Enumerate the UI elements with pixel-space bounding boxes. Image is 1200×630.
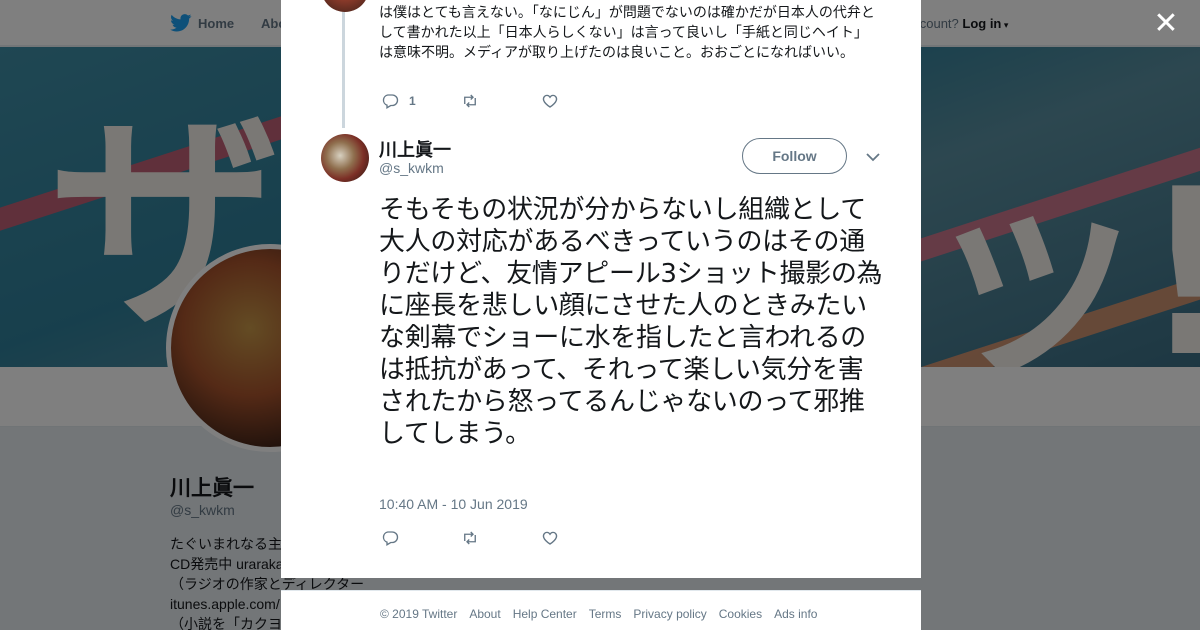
site-footer: © 2019 Twitter About Help Center Terms P… [281, 590, 921, 630]
footer-link-terms[interactable]: Terms [589, 607, 622, 621]
tweet-timestamp[interactable]: 10:40 AM - 10 Jun 2019 [379, 496, 528, 512]
footer-link-privacy[interactable]: Privacy policy [633, 607, 706, 621]
follow-button[interactable]: Follow [742, 138, 847, 174]
footer-link-ads-info[interactable]: Ads info [774, 607, 817, 621]
footer-links: © 2019 Twitter About Help Center Terms P… [380, 607, 817, 621]
retweet-button[interactable] [461, 529, 541, 547]
like-button[interactable] [541, 92, 559, 110]
author-name[interactable]: 川上眞一 [379, 136, 451, 162]
like-icon [542, 94, 558, 108]
like-button[interactable] [541, 529, 559, 547]
retweet-icon [464, 531, 476, 545]
author-avatar[interactable] [321, 134, 369, 182]
reply-count: 1 [409, 94, 416, 108]
chevron-down-icon[interactable] [864, 148, 882, 166]
tweet-text: そもそもの状況が分からないし組織として大人の対応があるべきっていうのはその通りだ… [379, 195, 883, 449]
reply-icon [382, 531, 399, 546]
close-icon[interactable]: ✕ [1153, 9, 1179, 39]
retweet-button[interactable] [461, 92, 541, 110]
reply-button[interactable]: 1 [381, 92, 461, 110]
footer-link-about[interactable]: About [469, 607, 500, 621]
previous-tweet-text: は僕はとても言えない。「なにじん」が問題でないのは確かだが日本人の代弁として書か… [379, 4, 875, 60]
footer-copyright: © 2019 Twitter [380, 607, 458, 621]
reply-icon [382, 94, 399, 109]
author-handle[interactable]: @s_kwkm [379, 160, 444, 176]
footer-link-cookies[interactable]: Cookies [719, 607, 762, 621]
previous-tweet-actions: 1 [381, 92, 559, 110]
like-icon [542, 531, 558, 545]
reply-button[interactable] [381, 529, 461, 547]
retweet-icon [464, 94, 476, 108]
tweet-actions [381, 529, 559, 547]
thread-connector-line [342, 12, 345, 128]
footer-link-help-center[interactable]: Help Center [513, 607, 577, 621]
